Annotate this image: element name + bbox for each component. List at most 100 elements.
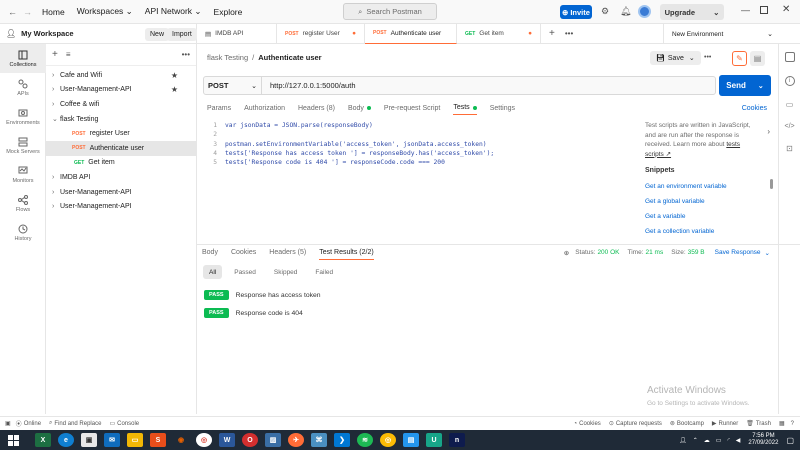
mail-icon[interactable]: ✉ bbox=[104, 433, 120, 447]
method-select[interactable]: POST ⌄ bbox=[204, 77, 262, 94]
menu-api-network[interactable]: API Network ⌄ bbox=[145, 6, 202, 17]
workspace-name[interactable]: My Workspace bbox=[21, 29, 73, 38]
forward-arrow-icon[interactable]: → bbox=[23, 7, 32, 17]
documentation-icon[interactable]: ▤ bbox=[750, 51, 765, 66]
menu-home[interactable]: Home bbox=[42, 7, 65, 17]
back-arrow-icon[interactable]: ← bbox=[8, 7, 17, 17]
maximize-icon[interactable] bbox=[760, 6, 768, 14]
minimize-icon[interactable]: — bbox=[741, 5, 750, 15]
star-icon[interactable]: ★ bbox=[171, 85, 178, 94]
request-register-user[interactable]: POST register User bbox=[46, 126, 196, 141]
sidebar-item-flows[interactable]: Flows bbox=[0, 189, 46, 218]
store-icon[interactable]: ▣ bbox=[81, 433, 97, 447]
notifications-icon[interactable]: 🔔︎ bbox=[620, 6, 631, 17]
snippet-get-global-variable[interactable]: Get a global variable bbox=[645, 194, 770, 209]
edit-icon[interactable]: ✎ bbox=[732, 51, 747, 66]
excel-icon[interactable]: X bbox=[35, 433, 51, 447]
sidebar-item-monitors[interactable]: Monitors bbox=[0, 160, 46, 189]
code-icon[interactable]: </> bbox=[785, 123, 795, 130]
word-icon[interactable]: W bbox=[219, 433, 235, 447]
notification-center-icon[interactable]: ▢ bbox=[786, 436, 794, 445]
runner-button[interactable]: Runner bbox=[719, 421, 739, 427]
tab-params[interactable]: Params bbox=[207, 101, 231, 115]
menu-workspaces[interactable]: Workspaces ⌄ bbox=[77, 6, 133, 17]
import-button[interactable]: Import bbox=[167, 28, 197, 41]
sidebar-item-collections[interactable]: Collections bbox=[0, 44, 46, 73]
cookies-link[interactable]: Cookies bbox=[742, 105, 767, 112]
close-icon[interactable]: ✕ bbox=[782, 4, 790, 15]
tests-editor[interactable]: 1 var jsonData = JSON.parse(responseBody)… bbox=[201, 121, 639, 239]
info-icon[interactable]: i bbox=[784, 76, 795, 86]
request-get-item[interactable]: GET Get item bbox=[46, 156, 196, 171]
sidebar-item-apis[interactable]: APIs bbox=[0, 73, 46, 102]
clock[interactable]: 7:56 PM 27/09/2022 bbox=[748, 433, 778, 447]
star-icon[interactable]: ★ bbox=[171, 71, 178, 80]
collection-coffee-wifi[interactable]: › Coffee & wifi bbox=[46, 97, 196, 112]
collection-flask-testing[interactable]: ⌄ flask Testing bbox=[46, 112, 196, 127]
capture-requests-button[interactable]: Capture requests bbox=[616, 421, 662, 427]
people-icon[interactable]: 👤︎ bbox=[679, 437, 687, 444]
tab-get-item[interactable]: GET Get item ● bbox=[457, 23, 541, 44]
firefox-icon[interactable]: ◉ bbox=[173, 433, 189, 447]
sidebar-item-history[interactable]: History bbox=[0, 218, 46, 247]
bootcamp-button[interactable]: Bootcamp bbox=[677, 421, 704, 427]
docker-icon[interactable]: ▤ bbox=[403, 433, 419, 447]
filter-passed[interactable]: Passed bbox=[228, 265, 262, 279]
help-icon[interactable]: ? bbox=[791, 421, 794, 427]
console-button[interactable]: Console bbox=[117, 421, 139, 427]
collection-user-management-api-3[interactable]: › User-Management-API bbox=[46, 199, 196, 214]
more-options-icon[interactable]: ••• bbox=[182, 50, 190, 59]
tab-register-user[interactable]: POST register User ● bbox=[277, 23, 365, 44]
environment-selector[interactable]: New Environment ⌄ bbox=[663, 24, 777, 44]
notion-n-icon[interactable]: n bbox=[449, 433, 465, 447]
upwork-icon[interactable]: U bbox=[426, 433, 442, 447]
collection-user-management-api[interactable]: › User-Management-API ★ bbox=[46, 83, 196, 98]
tab-response-cookies[interactable]: Cookies bbox=[231, 246, 256, 260]
postman-icon[interactable]: ✈ bbox=[288, 433, 304, 447]
volume-icon[interactable]: ◀ bbox=[736, 437, 741, 444]
more-actions-icon[interactable]: ••• bbox=[704, 54, 711, 61]
new-button[interactable]: New bbox=[145, 28, 170, 41]
tab-tests[interactable]: Tests bbox=[453, 101, 477, 115]
request-authenticate-user[interactable]: POST Authenticate user bbox=[46, 140, 196, 156]
tab-overflow-icon[interactable]: ••• bbox=[565, 29, 573, 38]
sidebar-toggle-icon[interactable]: ▣ bbox=[5, 420, 11, 427]
save-button[interactable]: 💾︎ Save ⌄ bbox=[650, 51, 701, 65]
collection-user-management-api-2[interactable]: › User-Management-API bbox=[46, 185, 196, 200]
find-and-replace[interactable]: Find and Replace bbox=[54, 421, 101, 427]
photos-icon[interactable]: ▨ bbox=[265, 433, 281, 447]
spotify-icon[interactable]: ≋ bbox=[357, 433, 373, 447]
plus-icon[interactable]: + bbox=[52, 49, 58, 60]
trash-button[interactable]: Trash bbox=[756, 421, 771, 427]
tab-headers[interactable]: Headers (8) bbox=[298, 101, 335, 115]
tab-authorization[interactable]: Authorization bbox=[244, 101, 285, 115]
status-value[interactable]: 200 OK bbox=[597, 249, 619, 256]
chrome-icon[interactable]: ◎ bbox=[196, 433, 212, 447]
file-explorer-icon[interactable]: ▭ bbox=[127, 433, 143, 447]
tab-imdb-api[interactable]: ▤ IMDB API bbox=[197, 23, 277, 44]
tab-authenticate-user[interactable]: POST Authenticate user bbox=[365, 23, 457, 44]
tab-response-headers[interactable]: Headers (5) bbox=[269, 246, 306, 260]
tab-body[interactable]: Body bbox=[348, 101, 371, 115]
time-value[interactable]: 21 ms bbox=[646, 249, 664, 256]
tab-test-results[interactable]: Test Results (2/2) bbox=[319, 246, 374, 260]
snippet-get-variable[interactable]: Get a variable bbox=[645, 209, 770, 224]
tab-settings[interactable]: Settings bbox=[490, 101, 515, 115]
vscode-icon[interactable]: ❯ bbox=[334, 433, 350, 447]
opera-icon[interactable]: O bbox=[242, 433, 258, 447]
send-button[interactable]: Send ⌄ bbox=[719, 75, 771, 96]
cloud-icon[interactable]: ☁ bbox=[704, 437, 710, 444]
url-input[interactable]: http://127.0.0.1:5000/auth bbox=[270, 81, 356, 90]
save-response-button[interactable]: Save Response bbox=[715, 249, 761, 256]
layout-icon[interactable]: ▦ bbox=[779, 420, 785, 427]
new-tab-plus-icon[interactable]: + bbox=[549, 28, 555, 39]
snippet-get-env-variable[interactable]: Get an environment variable bbox=[645, 179, 770, 194]
sidebar-item-environments[interactable]: Environments bbox=[0, 102, 46, 131]
related-icon[interactable]: ⊡ bbox=[785, 144, 795, 153]
chrome-alt-icon[interactable]: ◎ bbox=[380, 433, 396, 447]
breadcrumb-parent[interactable]: flask Testing bbox=[207, 53, 248, 62]
comments-icon[interactable]: ▭ bbox=[785, 100, 795, 109]
collapse-chevron-icon[interactable]: › bbox=[767, 127, 770, 136]
avatar[interactable] bbox=[638, 5, 651, 18]
tab-pre-request-script[interactable]: Pre-request Script bbox=[384, 101, 440, 115]
